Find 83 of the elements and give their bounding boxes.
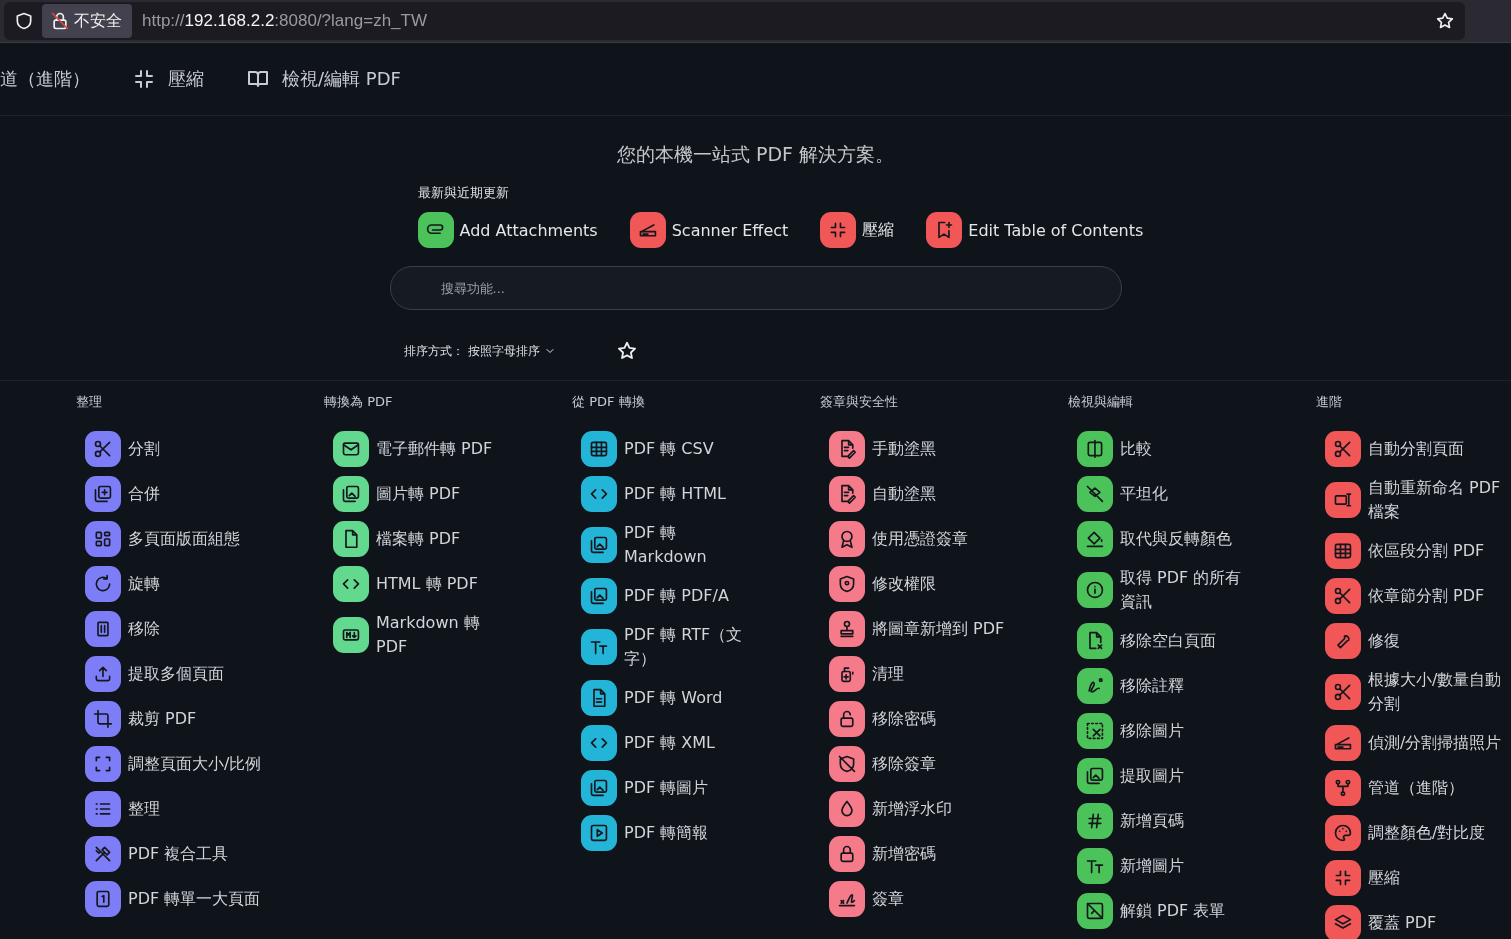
tool-link[interactable]: 取得 PDF 的所有資訊 (1077, 566, 1316, 614)
tool-link[interactable]: 根據大小/數量自動分割 (1325, 668, 1511, 716)
tool-link[interactable]: 調整顏色/對比度 (1325, 815, 1511, 851)
tool-link[interactable]: 分割 (85, 431, 324, 467)
tool-link[interactable]: 壓縮 (1325, 860, 1511, 896)
tool-link[interactable]: 修復 (1325, 623, 1511, 659)
sort-dropdown[interactable]: 排序方式： 按照字母排序 (403, 342, 556, 360)
tool-link[interactable]: 檔案轉 PDF (333, 521, 572, 557)
tool-link[interactable]: PDF 轉 CSV (581, 431, 820, 467)
tool-link[interactable]: 新增頁碼 (1077, 803, 1316, 839)
bookmark-star-icon[interactable] (1435, 11, 1455, 31)
tool-link[interactable]: 移除圖片 (1077, 713, 1316, 749)
url-text[interactable]: http://192.168.2.2:8080/?lang=zh_TW (142, 11, 427, 31)
tool-link[interactable]: PDF 轉 HTML (581, 476, 820, 512)
tool-link[interactable]: 整理 (85, 791, 324, 827)
tool-link[interactable]: 依區段分割 PDF (1325, 533, 1511, 569)
address-bar[interactable]: 不安全 http://192.168.2.2:8080/?lang=zh_TW (4, 2, 1465, 40)
tool-link[interactable]: PDF 轉 Word (581, 680, 820, 716)
tool-link[interactable]: 移除密碼 (829, 701, 1068, 737)
tool-link[interactable]: 清理 (829, 656, 1068, 692)
tool-link[interactable]: 移除 (85, 611, 324, 647)
tool-link[interactable]: 移除空白頁面 (1077, 623, 1316, 659)
recent-tool-link[interactable]: 壓縮 (820, 212, 895, 248)
nav-link[interactable]: 道（進階） (0, 67, 90, 91)
tool-link[interactable]: 提取多個頁面 (85, 656, 324, 692)
tool-link[interactable]: PDF 轉 XML (581, 725, 820, 761)
nav-link[interactable]: 檢視/編輯 PDF (246, 67, 401, 91)
tool-link[interactable]: 比較 (1077, 431, 1316, 467)
tool-link[interactable]: 手動塗黑 (829, 431, 1068, 467)
tool-link[interactable]: 電子郵件轉 PDF (333, 431, 572, 467)
tool-link[interactable]: PDF 轉簡報 (581, 815, 820, 851)
category-heading: 簽章與安全性 (820, 393, 899, 411)
tool-link[interactable]: 偵測/分割掃描照片 (1325, 725, 1511, 761)
tool-link[interactable]: PDF 轉單一大頁面 (85, 881, 324, 917)
insecure-badge[interactable]: 不安全 (42, 4, 132, 38)
category-heading: 從 PDF 轉換 (572, 393, 646, 411)
tool-link[interactable]: 合併 (85, 476, 324, 512)
nav-link[interactable]: 壓縮 (132, 67, 204, 91)
search-field[interactable]: 搜尋功能... (389, 266, 1122, 310)
tool-link[interactable]: 移除簽章 (829, 746, 1068, 782)
tool-link[interactable]: 自動分割頁面 (1325, 431, 1511, 467)
category-heading: 轉換為 PDF (324, 393, 394, 411)
tool-link[interactable]: 自動塗黑 (829, 476, 1068, 512)
tool-link[interactable]: 將圖章新增到 PDF (829, 611, 1068, 647)
tool-link[interactable]: 調整頁面大小/比例 (85, 746, 324, 782)
tool-link[interactable]: 多頁面版面組態 (85, 521, 324, 557)
tool-link[interactable]: 管道（進階） (1325, 770, 1511, 806)
tool-link[interactable]: 裁剪 PDF (85, 701, 324, 737)
tagline: 您的本機一站式 PDF 解決方案。 (616, 142, 895, 167)
tool-link[interactable]: 修改權限 (829, 566, 1068, 602)
recent-tool-link[interactable]: Add Attachments (417, 212, 598, 248)
tool-link[interactable]: 覆蓋 PDF (1325, 905, 1511, 939)
shield-icon[interactable] (14, 11, 34, 31)
tool-link[interactable]: 簽章 (829, 881, 1068, 917)
tool-link[interactable]: 解鎖 PDF 表單 (1077, 893, 1316, 929)
tool-link[interactable]: PDF 複合工具 (85, 836, 324, 872)
category-heading: 整理 (76, 393, 103, 411)
tool-link[interactable]: PDF 轉 RTF（文字） (581, 623, 820, 671)
compress-icon (132, 67, 156, 91)
tool-link[interactable]: 使用憑證簽章 (829, 521, 1068, 557)
recent-tool-link[interactable]: Edit Table of Contents (926, 212, 1144, 248)
tool-link[interactable]: PDF 轉 PDF/A (581, 578, 820, 614)
tool-link[interactable]: 平坦化 (1077, 476, 1316, 512)
tool-link[interactable]: 提取圖片 (1077, 758, 1316, 794)
lock-slash-icon (50, 11, 70, 31)
tool-link[interactable]: HTML 轉 PDF (333, 566, 572, 602)
tool-link[interactable]: 依章節分割 PDF (1325, 578, 1511, 614)
tool-link[interactable]: 新增圖片 (1077, 848, 1316, 884)
tool-link[interactable]: 移除註釋 (1077, 668, 1316, 704)
tool-link[interactable]: 新增密碼 (829, 836, 1068, 872)
tool-link[interactable]: 自動重新命名 PDF 檔案 (1325, 476, 1511, 524)
recent-tool-link[interactable]: Scanner Effect (629, 212, 789, 248)
tool-link[interactable]: 新增浮水印 (829, 791, 1068, 827)
tool-link[interactable]: PDF 轉圖片 (581, 770, 820, 806)
tool-link[interactable]: 旋轉 (85, 566, 324, 602)
favorites-star-icon[interactable] (615, 340, 638, 362)
section-title: 最新與近期更新 (417, 184, 510, 202)
tool-link[interactable]: PDF 轉 Markdown (581, 521, 820, 569)
tool-link[interactable]: 取代與反轉顏色 (1077, 521, 1316, 557)
tool-link[interactable]: 圖片轉 PDF (333, 476, 572, 512)
category-heading: 檢視與編輯 (1068, 393, 1134, 411)
tool-link[interactable]: Markdown 轉 PDF (333, 611, 572, 659)
category-heading: 進階 (1316, 393, 1343, 411)
